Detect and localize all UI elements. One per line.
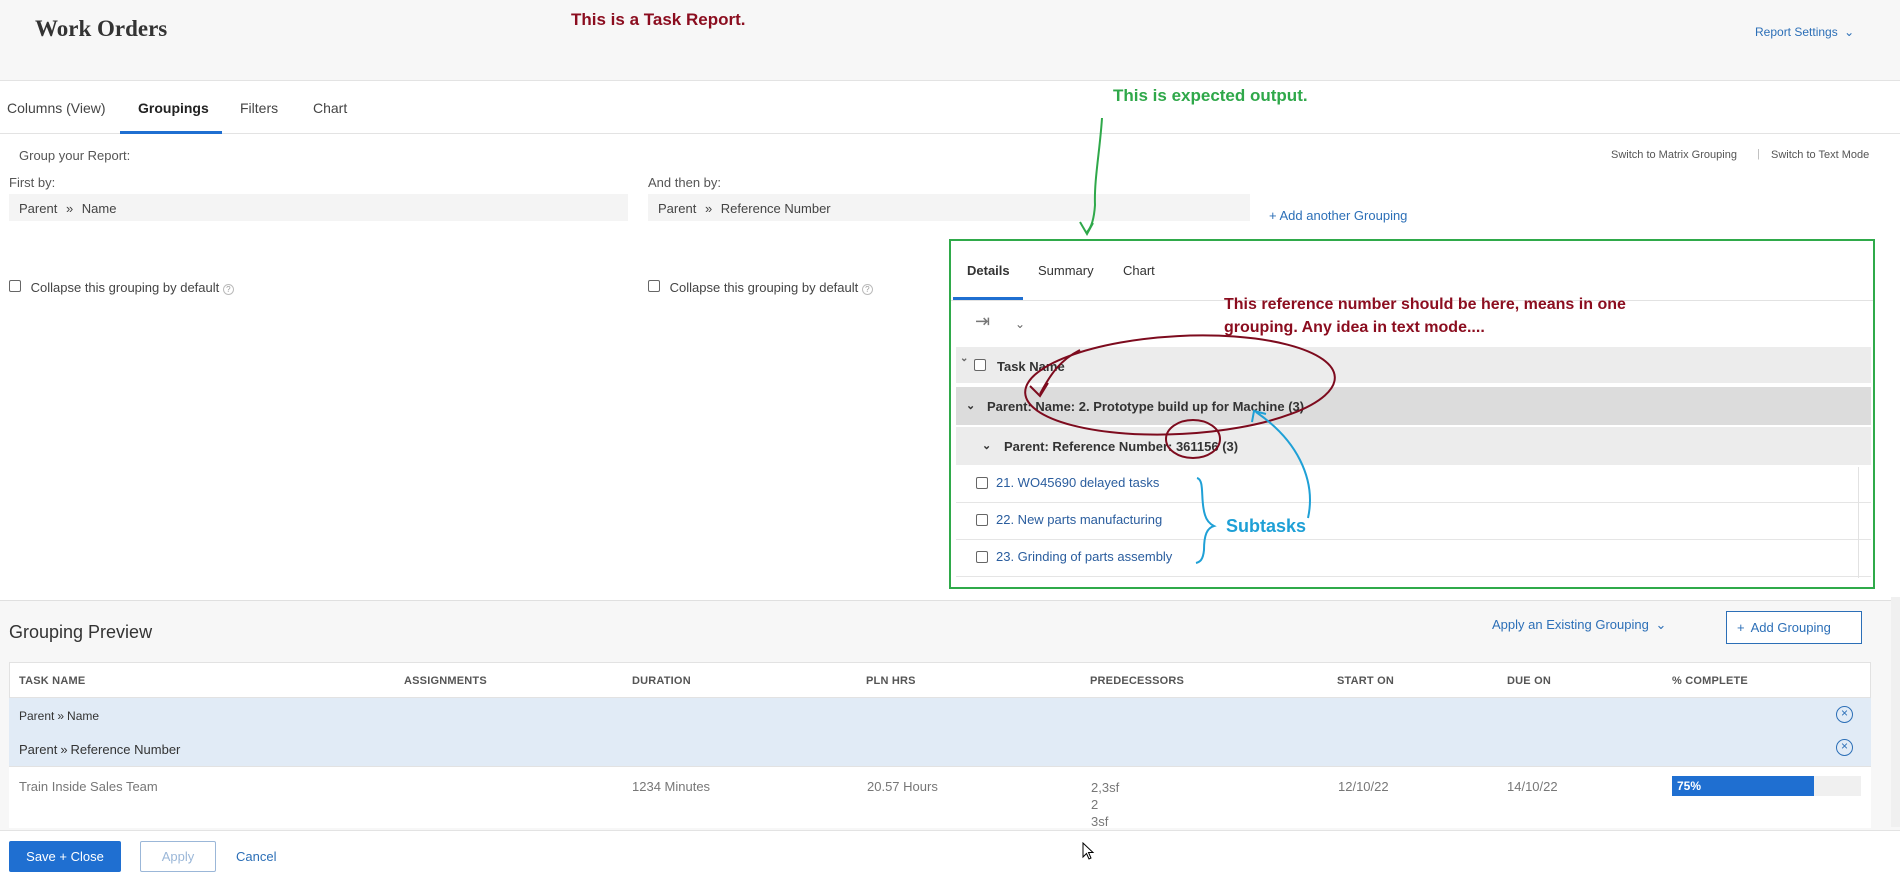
red-ellipse	[1024, 334, 1336, 436]
double-chevron-icon: »	[57, 709, 65, 723]
footer-bar: Save + Close Apply Cancel	[0, 830, 1900, 872]
green-arrow	[1086, 117, 1103, 233]
column-header[interactable]: ASSIGNMENTS	[404, 675, 487, 687]
column-header[interactable]: DUE ON	[1507, 675, 1551, 687]
predecessor-item: 2	[1091, 797, 1099, 812]
cell-pln-hrs: 20.57 Hours	[867, 779, 938, 794]
grouping-preview-title: Grouping Preview	[9, 622, 153, 642]
group2-part1: Parent	[19, 742, 58, 757]
save-close-button[interactable]: Save + Close	[9, 841, 121, 872]
group2-part2: Reference Number	[70, 742, 181, 757]
predecessor-item: 3sf	[1091, 814, 1109, 829]
add-grouping-button[interactable]: + Add Grouping	[1726, 611, 1862, 644]
add-grouping-label: Add Grouping	[1750, 620, 1831, 635]
column-header[interactable]: % COMPLETE	[1672, 675, 1748, 687]
apply-existing-grouping-dropdown[interactable]: Apply an Existing Grouping ⌄	[1492, 617, 1666, 633]
blue-brace	[1195, 477, 1217, 564]
preview-table-header: TASK NAME ASSIGNMENTS DURATION PLN HRS P…	[9, 662, 1871, 698]
red-circle-reference	[1165, 419, 1221, 459]
preview-scrollbar[interactable]	[1891, 597, 1900, 827]
cell-duration: 1234 Minutes	[632, 779, 711, 794]
cancel-button[interactable]: Cancel	[236, 849, 276, 864]
apply-button[interactable]: Apply	[140, 841, 216, 872]
remove-grouping-icon[interactable]: ×	[1836, 739, 1853, 756]
plus-icon: +	[1737, 620, 1745, 635]
column-header[interactable]: TASK NAME	[19, 675, 85, 687]
cell-due-on: 14/10/22	[1507, 779, 1558, 794]
column-header[interactable]: PREDECESSORS	[1090, 675, 1184, 687]
column-header[interactable]: START ON	[1337, 675, 1394, 687]
column-header[interactable]: DURATION	[632, 675, 691, 687]
chevron-down-icon: ⌄	[1655, 617, 1667, 632]
group1-part1: Parent	[19, 709, 55, 723]
progress-track: 75%	[1672, 776, 1861, 796]
blue-arrow	[1255, 411, 1311, 519]
remove-grouping-icon[interactable]: ×	[1836, 706, 1853, 723]
group1-part2: Name	[67, 709, 100, 723]
progress-fill: 75%	[1672, 776, 1814, 796]
preview-group-row-level2[interactable]: Parent» Reference Number ×	[9, 732, 1871, 766]
predecessor-item: 2,3sf	[1091, 780, 1120, 795]
cell-predecessors: 2,3sf 2 3sf	[1091, 779, 1119, 830]
double-chevron-icon: »	[60, 742, 68, 757]
cell-start-on: 12/10/22	[1338, 779, 1389, 794]
column-header[interactable]: PLN HRS	[866, 675, 916, 687]
preview-table-row: Train Inside Sales Team 1234 Minutes 20.…	[9, 597, 1900, 830]
cell-task-name: Train Inside Sales Team	[19, 779, 158, 794]
mouse-cursor-icon	[1082, 842, 1095, 860]
apply-existing-label: Apply an Existing Grouping	[1492, 617, 1649, 632]
preview-group-row-level1[interactable]: Parent» Name ×	[9, 698, 1871, 732]
